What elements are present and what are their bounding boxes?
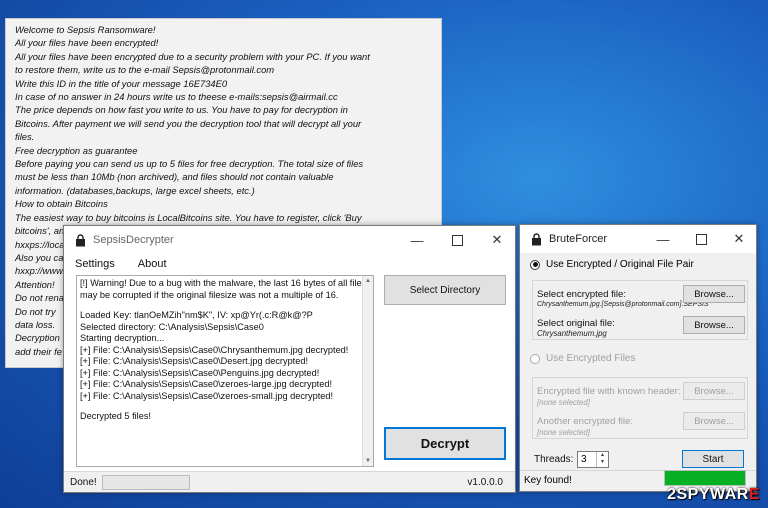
note-line: The easiest way to buy bitcoins is Local…	[15, 211, 362, 223]
maximize-icon[interactable]	[682, 225, 720, 253]
close-icon[interactable]: ✕	[477, 226, 517, 254]
decrypter-status: Done!	[70, 476, 97, 488]
decrypter-statusbar: Done! v1.0.0.0	[64, 471, 515, 492]
log-line: Decrypted 5 files!	[80, 411, 151, 421]
note-line: How to obtain Bitcoins	[15, 198, 108, 210]
browse-another-button[interactable]: Browse...	[683, 412, 745, 430]
original-file-label: Select original file:	[537, 318, 615, 329]
decrypter-progress	[102, 475, 190, 490]
mode-encrypted-files-radio[interactable]: Use Encrypted Files	[530, 353, 635, 364]
note-line: information. (databases,backups, large e…	[15, 184, 255, 196]
bruteforce-progress	[664, 470, 746, 486]
another-file-label: Another encrypted file:	[537, 416, 633, 427]
threads-value: 3	[581, 454, 587, 465]
decrypt-button[interactable]: Decrypt	[384, 427, 506, 460]
scroll-up-icon[interactable]: ▲	[363, 276, 373, 286]
threads-label: Threads:	[534, 454, 574, 465]
encrypted-files-group: Encrypted file with known header: [none …	[532, 377, 748, 439]
browse-known-header-button[interactable]: Browse...	[683, 382, 745, 400]
original-file-value: Chrysanthemum.jpg	[537, 329, 607, 338]
note-line: files.	[15, 131, 35, 143]
maximize-icon[interactable]	[437, 226, 477, 254]
start-button[interactable]: Start	[682, 450, 744, 468]
minimize-icon[interactable]: —	[644, 225, 682, 253]
log-line: may be corrupted if the original filesiz…	[80, 289, 339, 300]
bruteforcer-titlebar[interactable]: BruteForcer — ✕	[520, 225, 756, 253]
menu-about[interactable]: About	[138, 258, 167, 270]
radio-unselected-icon	[530, 353, 540, 364]
log-line: [+] File: C:\Analysis\Sepsis\Case0\Deser…	[80, 356, 309, 366]
log-line: [+] File: C:\Analysis\Sepsis\Case0\Chrys…	[80, 344, 349, 355]
decrypter-title: SepsisDecrypter	[93, 234, 174, 246]
note-line: All your files have been encrypted due t…	[15, 50, 370, 62]
decrypter-version: v1.0.0.0	[467, 476, 503, 488]
known-header-value: [none selected]	[537, 398, 590, 407]
log-lines: [!] Warning! Due to a bug with the malwa…	[80, 278, 370, 423]
minimize-icon[interactable]: —	[397, 226, 437, 254]
decrypter-menubar: Settings About	[64, 254, 515, 274]
stepper-arrows-icon[interactable]: ▲ ▼	[596, 452, 608, 467]
another-file-value: [none selected]	[537, 428, 590, 437]
log-line: Loaded Key: tlanOeMZih"nm$K", IV: xp@Yr(…	[80, 310, 313, 320]
watermark-logo: 2SPYWARE	[667, 486, 760, 504]
bruteforce-progress-fill	[665, 471, 745, 485]
mode-file-pair-radio[interactable]: Use Encrypted / Original File Pair	[530, 259, 694, 270]
encrypted-file-label: Select encrypted file:	[537, 289, 627, 300]
watermark-part2: SPYWAR	[676, 486, 749, 503]
scroll-down-icon[interactable]: ▼	[363, 456, 373, 466]
browse-encrypted-button[interactable]: Browse...	[683, 285, 745, 303]
select-directory-button[interactable]: Select Directory	[384, 275, 506, 305]
decrypter-titlebar[interactable]: SepsisDecrypter — ✕	[64, 226, 515, 254]
watermark-part3: E	[748, 486, 760, 503]
known-header-label: Encrypted file with known header:	[537, 386, 681, 397]
note-line: In case of no answer in 24 hours write u…	[15, 91, 338, 103]
browse-original-button[interactable]: Browse...	[683, 316, 745, 334]
mode-encrypted-files-label: Use Encrypted Files	[546, 353, 636, 364]
note-line: The price depends on how fast you write …	[15, 104, 348, 116]
file-pair-group: Select encrypted file: Chrysanthemum.jpg…	[532, 280, 748, 340]
note-line: to restore them, write us to the e-mail …	[15, 64, 275, 76]
note-line: Bitcoins. After payment we will send you…	[15, 117, 362, 129]
bruteforcer-window: BruteForcer — ✕ Use Encrypted / Original…	[519, 224, 757, 492]
lock-icon	[529, 232, 543, 246]
note-line: Before paying you can send us up to 5 fi…	[15, 158, 364, 170]
log-line: [+] File: C:\Analysis\Sepsis\Case0\zeroe…	[80, 390, 334, 401]
log-line: Starting decryption...	[80, 333, 165, 343]
note-line: must be less than 10Mb (non archived), a…	[15, 171, 334, 183]
log-line: [!] Warning! Due to a bug with the malwa…	[80, 278, 367, 288]
close-icon[interactable]: ✕	[720, 225, 758, 253]
bruteforcer-title: BruteForcer	[549, 233, 608, 245]
radio-selected-icon	[530, 259, 540, 270]
threads-stepper[interactable]: 3 ▲ ▼	[577, 451, 609, 468]
lock-icon	[73, 233, 87, 247]
menu-settings[interactable]: Settings	[75, 258, 115, 270]
sepsis-decrypter-window: SepsisDecrypter — ✕ Settings About [!] W…	[63, 225, 516, 493]
log-line: Selected directory: C:\Analysis\Sepsis\C…	[80, 321, 264, 332]
note-line: All your files have been encrypted!	[15, 37, 159, 49]
decryption-log[interactable]: [!] Warning! Due to a bug with the malwa…	[76, 275, 374, 467]
note-line: Welcome to Sepsis Ransomware!	[15, 24, 156, 35]
bruteforcer-status: Key found!	[524, 475, 572, 486]
log-line: [+] File: C:\Analysis\Sepsis\Case0\zeroe…	[80, 379, 333, 389]
log-line: [+] File: C:\Analysis\Sepsis\Case0\Pengu…	[80, 367, 320, 378]
mode-file-pair-label: Use Encrypted / Original File Pair	[546, 259, 694, 270]
note-line: Write this ID in the title of your messa…	[15, 77, 228, 89]
log-scrollbar[interactable]: ▲ ▼	[362, 276, 373, 466]
note-line: Free decryption as guarantee	[15, 144, 138, 156]
